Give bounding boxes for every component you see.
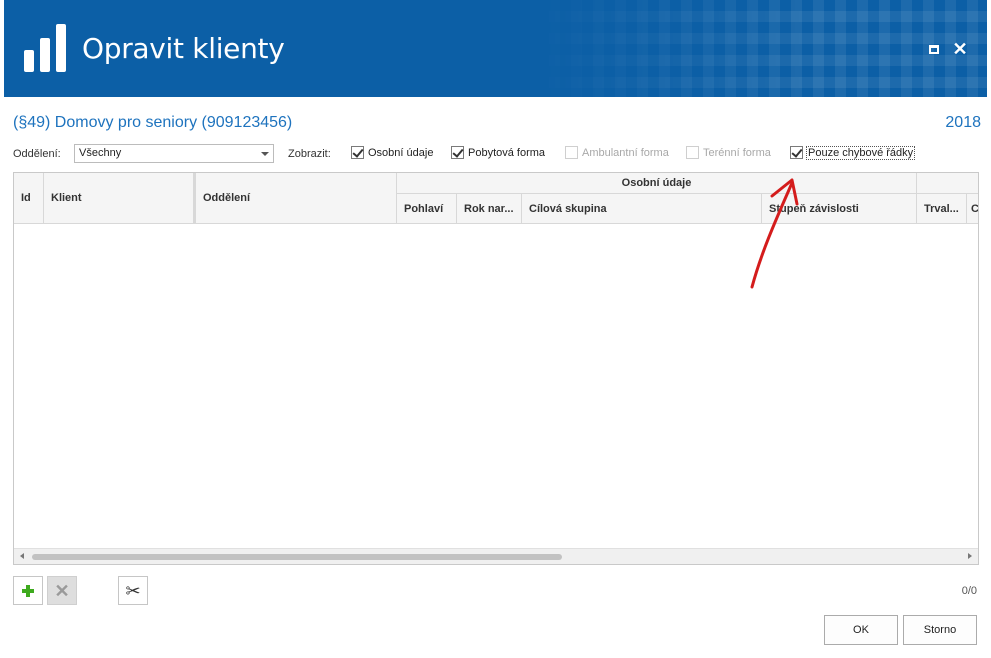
- checkbox-box: [565, 146, 578, 159]
- checkbox-box: [686, 146, 699, 159]
- column-header-gender[interactable]: Pohlaví: [397, 194, 457, 224]
- plus-icon: [22, 584, 34, 597]
- column-header-id[interactable]: Id: [14, 173, 44, 224]
- column-header-extra[interactable]: C: [967, 194, 978, 224]
- record-counter: 0/0: [961, 585, 977, 597]
- checkbox-box[interactable]: [351, 146, 364, 159]
- ok-button[interactable]: OK: [824, 615, 898, 645]
- checkbox-label: Osobní údaje: [368, 146, 434, 159]
- checkbox-box[interactable]: [451, 146, 464, 159]
- column-header-department[interactable]: Oddělení: [196, 173, 397, 224]
- checkbox-residential-form[interactable]: Pobytová forma: [451, 146, 545, 159]
- add-button[interactable]: [13, 576, 43, 605]
- department-select-value: Všechny: [79, 147, 122, 159]
- checkbox-label: Pouze chybové řádky: [805, 145, 916, 160]
- column-header-birth-year[interactable]: Rok nar...: [457, 194, 522, 224]
- column-header-dependency[interactable]: Stupeň závislosti: [762, 194, 917, 224]
- column-group-next: [917, 173, 978, 194]
- checkbox-personal-data[interactable]: Osobní údaje: [351, 146, 433, 159]
- maximize-icon[interactable]: [925, 40, 943, 58]
- checkbox-field-form: Terénní forma: [686, 146, 771, 159]
- clients-grid[interactable]: Id Klient Oddělení Osobní údaje Pohlaví …: [13, 172, 979, 565]
- checkbox-error-rows-only[interactable]: Pouze chybové řádky: [790, 145, 916, 160]
- department-select[interactable]: Všechny: [74, 144, 274, 163]
- checkbox-label: Pobytová forma: [468, 146, 546, 159]
- window-title: Opravit klienty: [82, 32, 285, 65]
- cancel-button[interactable]: Storno: [903, 615, 977, 645]
- checkbox-box[interactable]: [790, 146, 803, 159]
- scroll-right-icon[interactable]: [968, 553, 972, 559]
- checkbox-outpatient-form: Ambulantní forma: [565, 146, 669, 159]
- wrench-screwdriver-icon: ✂: [125, 580, 141, 601]
- scroll-left-icon[interactable]: [20, 553, 24, 559]
- column-group-personal-data: Osobní údaje: [397, 173, 917, 194]
- bar-chart-logo-icon: [24, 24, 66, 72]
- delete-x-icon: ✕: [54, 580, 70, 601]
- column-header-permanent[interactable]: Trval...: [917, 194, 967, 224]
- column-header-target-group[interactable]: Cílová skupina: [522, 194, 762, 224]
- checkbox-label: Terénní forma: [703, 146, 771, 159]
- chevron-down-icon[interactable]: [261, 152, 269, 156]
- title-bar-pattern: [527, 0, 987, 97]
- checkbox-label: Ambulantní forma: [582, 146, 669, 159]
- column-header-client[interactable]: Klient: [44, 173, 196, 224]
- title-bar: Opravit klienty ✕: [4, 0, 987, 97]
- organization-title: (§49) Domovy pro seniory (909123456): [13, 114, 293, 131]
- horizontal-scrollbar[interactable]: [14, 548, 978, 564]
- show-label: Zobrazit:: [288, 148, 331, 160]
- scrollbar-thumb[interactable]: [32, 554, 562, 560]
- year-label: 2018: [945, 114, 981, 131]
- edit-clients-dialog: Opravit klienty ✕ (§49) Domovy pro senio…: [0, 0, 991, 658]
- tools-button[interactable]: ✂: [118, 576, 148, 605]
- delete-button: ✕: [47, 576, 77, 605]
- department-label: Oddělení:: [13, 148, 61, 160]
- close-icon[interactable]: ✕: [951, 40, 969, 58]
